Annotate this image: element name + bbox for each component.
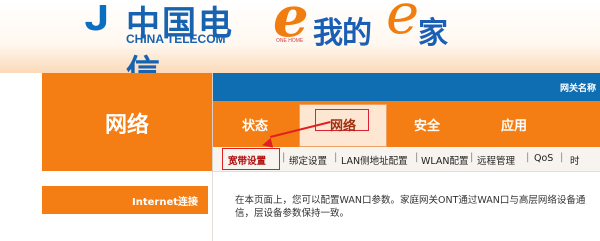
- brand-jia-text: 家: [418, 16, 448, 51]
- china-telecom-logo: ᒍ 中国电信 CHINA TELECOM: [84, 0, 234, 93]
- telecom-logo-en: CHINA TELECOM: [126, 32, 226, 46]
- brand-sub-text: ONE HOME: [276, 38, 304, 44]
- subnav-lan-address[interactable]: LAN侧地址配置: [341, 153, 408, 167]
- telecom-swirl-icon: ᒍ: [84, 0, 110, 39]
- brand-text: 我的: [313, 16, 372, 51]
- subnav-separator: |: [282, 152, 286, 163]
- subnav-separator: |: [526, 152, 530, 163]
- tab-application[interactable]: 应用: [501, 115, 527, 134]
- subnav-binding[interactable]: 绑定设置: [289, 153, 327, 167]
- sidebar-item-label: Internet连接: [131, 197, 198, 208]
- subnav-separator: |: [470, 152, 474, 163]
- subnav-wlan[interactable]: WLAN配置: [421, 153, 469, 167]
- section-title: 网络: [104, 113, 149, 138]
- my-ehome-logo: e ONE HOME 我的 e 家: [273, 0, 453, 62]
- top-info-bar: 网关名称: [212, 73, 600, 101]
- subnav-remote-mgmt[interactable]: 远程管理: [477, 153, 515, 167]
- page-description: 在本页面上，您可以配置WAN口参数。家庭网关ONT通过WAN口与高层网络设备通信…: [235, 195, 586, 219]
- header-banner: ᒍ 中国电信 CHINA TELECOM e ONE HOME 我的 e 家: [0, 0, 600, 93]
- subnav-separator: |: [334, 152, 338, 163]
- subnav-time[interactable]: 时: [570, 153, 580, 167]
- subnav-broadband[interactable]: 宽带设置: [228, 153, 266, 167]
- section-banner: 网络: [42, 73, 212, 171]
- gateway-name-label: 网关名称: [559, 84, 596, 94]
- subnav-separator: |: [415, 152, 419, 163]
- tab-security[interactable]: 安全: [414, 115, 440, 134]
- brand-e-letter-2: e: [386, 0, 420, 47]
- sub-nav: 宽带设置 | 绑定设置 | LAN侧地址配置 | WLAN配置 | 远程管理 |…: [212, 147, 600, 172]
- subnav-separator: |: [560, 152, 564, 163]
- tab-status[interactable]: 状态: [242, 115, 268, 134]
- content-panel: 在本页面上，您可以配置WAN口参数。家庭网关ONT通过WAN口与高层网络设备通信…: [212, 172, 600, 241]
- subnav-qos[interactable]: QoS: [534, 153, 553, 164]
- sidebar-item-internet[interactable]: Internet连接: [42, 186, 208, 214]
- sidebar-nav: Internet连接: [42, 182, 212, 241]
